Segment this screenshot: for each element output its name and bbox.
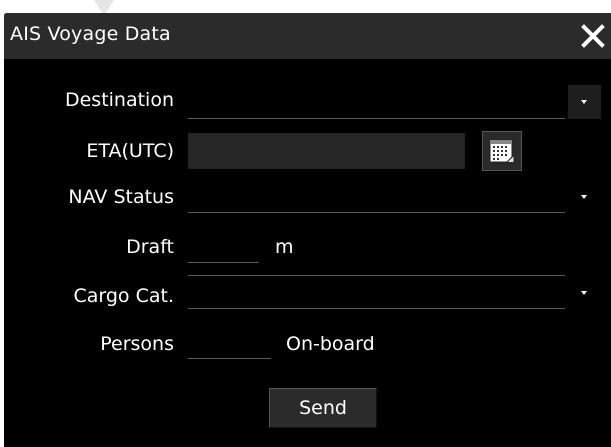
eta-label: ETA(UTC): [86, 140, 174, 162]
nav-status-select[interactable]: [188, 179, 565, 213]
cargo-cat-select[interactable]: [188, 275, 565, 309]
draft-label: Draft: [126, 236, 174, 258]
chevron-down-icon: [581, 100, 587, 104]
persons-unit: On-board: [286, 333, 375, 355]
cargo-cat-dropdown-button[interactable]: [568, 275, 601, 309]
nav-status-dropdown-button[interactable]: [568, 179, 601, 213]
cargo-cat-label: Cargo Cat.: [73, 285, 174, 307]
nav-status-label: NAV Status: [68, 186, 174, 208]
persons-label: Persons: [100, 333, 174, 355]
ais-voyage-data-dialog: AIS Voyage Data Destination ETA(UTC) NAV…: [4, 13, 611, 447]
dialog-title: AIS Voyage Data: [10, 23, 171, 45]
destination-label: Destination: [64, 89, 174, 111]
destination-dropdown-button[interactable]: [568, 85, 601, 119]
draft-unit: m: [275, 236, 294, 258]
calendar-icon: [489, 139, 515, 163]
close-icon: [581, 24, 605, 48]
send-button[interactable]: Send: [269, 388, 377, 428]
persons-input[interactable]: [188, 327, 271, 359]
close-button[interactable]: [579, 21, 607, 51]
eta-input[interactable]: [188, 133, 465, 169]
destination-input[interactable]: [188, 85, 565, 119]
draft-input[interactable]: [188, 231, 259, 263]
chevron-down-icon: [581, 291, 587, 295]
dialog-titlebar: AIS Voyage Data: [4, 13, 611, 59]
chevron-down-icon: [581, 195, 587, 199]
calendar-button[interactable]: [482, 131, 522, 171]
